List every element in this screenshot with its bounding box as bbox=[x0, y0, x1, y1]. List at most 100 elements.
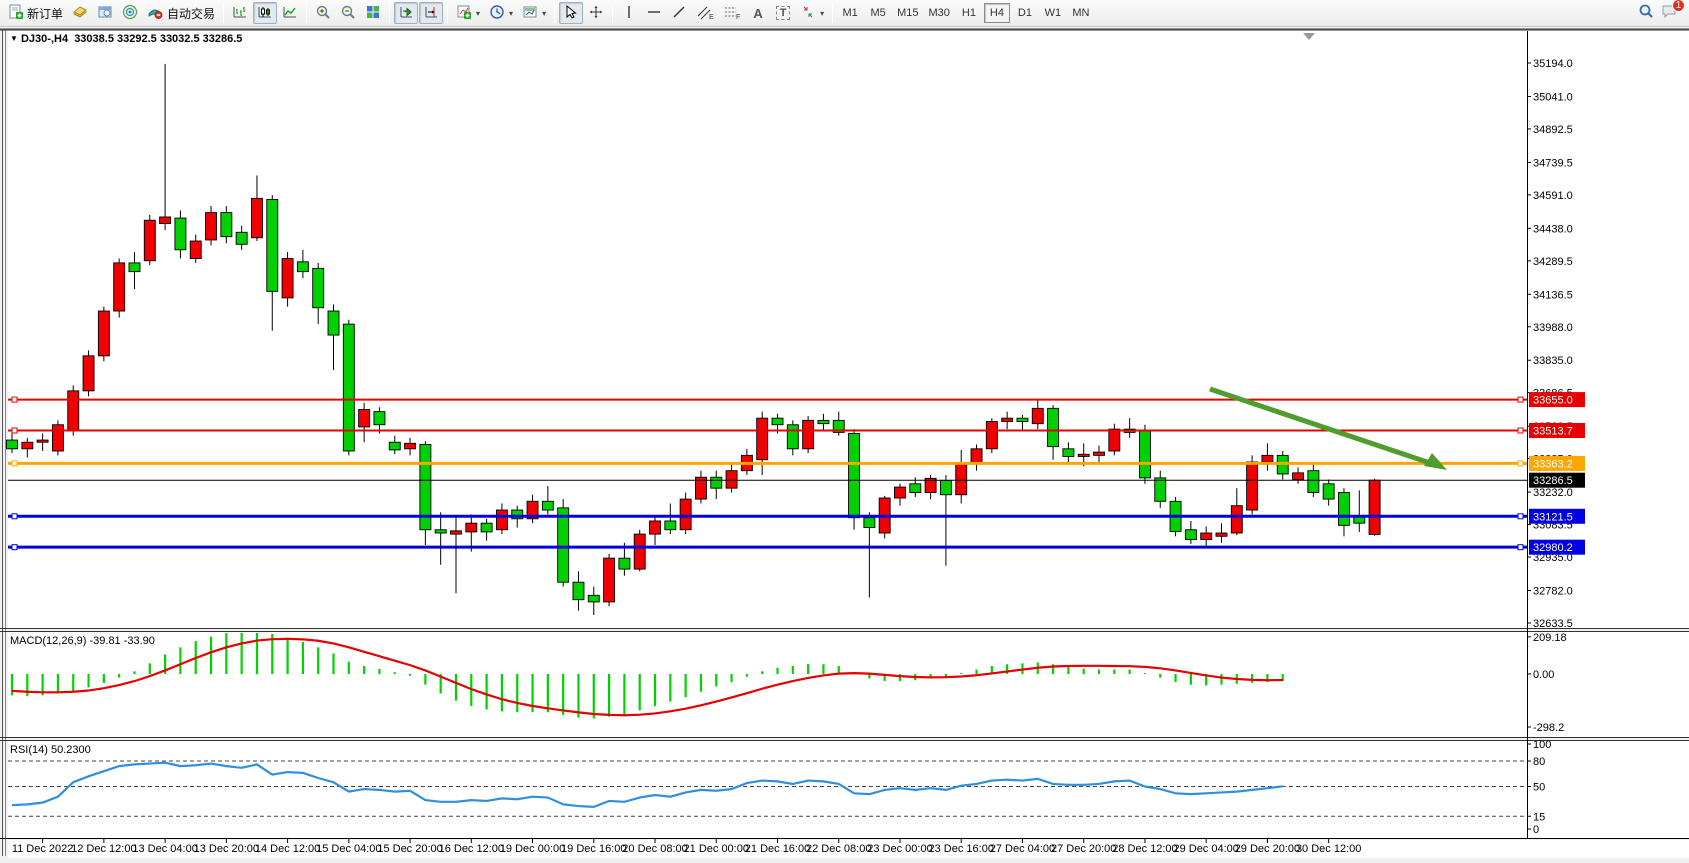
candle-body bbox=[1048, 408, 1059, 446]
candle-body bbox=[206, 213, 217, 240]
hline-handle[interactable] bbox=[1518, 397, 1523, 402]
horizontal-line-button[interactable] bbox=[642, 2, 666, 24]
candle-body bbox=[343, 324, 354, 451]
time-tick-label: 27 Dec 20:00 bbox=[1051, 843, 1116, 855]
rsi-tick-label: 50 bbox=[1533, 782, 1545, 794]
symbol-dropdown-icon[interactable]: ▼ bbox=[10, 34, 18, 43]
text-label-icon: T bbox=[776, 6, 791, 20]
price-chart-canvas[interactable]: 35194.035041.034892.534739.534591.034438… bbox=[0, 27, 1689, 863]
timeframe-m30-button[interactable]: M30 bbox=[925, 3, 954, 23]
zoom-in-button[interactable] bbox=[311, 2, 335, 24]
templates-button[interactable]: ▾ bbox=[518, 2, 550, 24]
autotrade-button[interactable]: 自动交易 bbox=[143, 2, 219, 24]
chevron-down-icon: ▾ bbox=[542, 9, 546, 18]
candle-body bbox=[22, 442, 33, 449]
toolbar-separator bbox=[306, 3, 307, 23]
hline-handle[interactable] bbox=[12, 545, 17, 550]
timeframe-w1-button[interactable]: W1 bbox=[1040, 3, 1066, 23]
navigator-button[interactable] bbox=[93, 2, 117, 24]
candle-body bbox=[1323, 484, 1334, 499]
price-tick-label: 32782.0 bbox=[1533, 586, 1573, 598]
new-order-button[interactable]: 新订单 bbox=[4, 2, 67, 24]
hline-handle[interactable] bbox=[1518, 461, 1523, 466]
timeframe-d1-button[interactable]: D1 bbox=[1012, 3, 1038, 23]
chart-window[interactable]: 35194.035041.034892.534739.534591.034438… bbox=[0, 27, 1689, 863]
candle-body bbox=[573, 582, 584, 599]
candle-body bbox=[542, 501, 553, 510]
candle-body bbox=[328, 311, 339, 335]
hline-handle[interactable] bbox=[12, 428, 17, 433]
candle-body bbox=[1247, 462, 1258, 510]
trendline-button[interactable] bbox=[667, 2, 691, 24]
hline-handle[interactable] bbox=[1518, 514, 1523, 519]
candle-body bbox=[297, 262, 308, 272]
hline-handle[interactable] bbox=[12, 461, 17, 466]
time-tick-label: 29 Dec 04:00 bbox=[1173, 843, 1238, 855]
notifications-button[interactable]: 1 bbox=[1661, 3, 1679, 24]
candle-body bbox=[52, 425, 63, 451]
rsi-tick-label: 0 bbox=[1533, 824, 1539, 836]
broadcast-button[interactable] bbox=[118, 2, 142, 24]
crosshair-button[interactable] bbox=[584, 2, 608, 24]
cursor-button[interactable] bbox=[559, 2, 583, 24]
chevron-down-icon: ▾ bbox=[820, 9, 824, 18]
search-icon[interactable] bbox=[1637, 2, 1655, 25]
candle-body bbox=[359, 409, 370, 426]
candle-body bbox=[236, 232, 247, 244]
autotrade-icon bbox=[147, 4, 164, 23]
candlestick-chart-button[interactable] bbox=[253, 2, 277, 24]
hline-handle[interactable] bbox=[12, 397, 17, 402]
vertical-line-button[interactable] bbox=[617, 2, 641, 24]
trendline-icon bbox=[671, 4, 687, 23]
candle-body bbox=[267, 199, 278, 291]
time-tick-label: 30 Dec 12:00 bbox=[1296, 843, 1361, 855]
auto-scroll-button[interactable] bbox=[394, 2, 418, 24]
price-tag-label: 33286.5 bbox=[1533, 475, 1573, 487]
candle-body bbox=[282, 259, 293, 298]
add-indicator-button[interactable]: ▾ bbox=[452, 2, 484, 24]
timeframe-m1-button[interactable]: M1 bbox=[837, 3, 863, 23]
periods-button[interactable]: ▾ bbox=[485, 2, 517, 24]
chart-ohlc-values: 33038.5 33292.5 33032.5 33286.5 bbox=[74, 33, 242, 45]
timeframe-mn-button[interactable]: MN bbox=[1068, 3, 1094, 23]
macd-name: MACD(12,26,9) bbox=[10, 635, 86, 647]
time-tick-label: 22 Dec 08:00 bbox=[806, 843, 871, 855]
candle-body bbox=[558, 508, 569, 582]
macd-values: -39.81 -33.90 bbox=[89, 635, 154, 647]
market-watch-button[interactable] bbox=[68, 2, 92, 24]
candle-body bbox=[313, 268, 324, 307]
hline-handle[interactable] bbox=[12, 514, 17, 519]
auto-scroll-icon bbox=[398, 4, 414, 23]
candle-body bbox=[1293, 473, 1304, 480]
fibonacci-button[interactable]: F bbox=[719, 2, 745, 24]
candle-body bbox=[1155, 478, 1166, 501]
chart-shift-button[interactable] bbox=[419, 2, 443, 24]
candle-body bbox=[1017, 418, 1028, 421]
candle-body bbox=[144, 220, 155, 260]
line-chart-icon bbox=[282, 4, 298, 23]
candle-body bbox=[221, 213, 232, 237]
tile-windows-button[interactable] bbox=[361, 2, 385, 24]
candle-body bbox=[1216, 533, 1227, 536]
timeframe-h4-button[interactable]: H4 bbox=[984, 3, 1010, 23]
line-chart-button[interactable] bbox=[278, 2, 302, 24]
arrows-button[interactable]: ▾ bbox=[796, 2, 828, 24]
candle-body bbox=[466, 523, 477, 532]
equidistant-channel-button[interactable]: E bbox=[692, 2, 718, 24]
rsi-indicator-label: RSI(14) 50.2300 bbox=[10, 744, 91, 756]
bar-chart-button[interactable] bbox=[228, 2, 252, 24]
text-button[interactable]: A bbox=[746, 2, 770, 24]
hline-handle[interactable] bbox=[1518, 428, 1523, 433]
price-tick-label: 34136.5 bbox=[1533, 289, 1573, 301]
toolbar-separator bbox=[832, 3, 833, 23]
zoom-out-button[interactable] bbox=[336, 2, 360, 24]
price-tick-label: 33988.0 bbox=[1533, 322, 1573, 334]
timeframe-h1-button[interactable]: H1 bbox=[956, 3, 982, 23]
bar-chart-icon bbox=[232, 4, 248, 23]
text-label-button[interactable]: T bbox=[771, 2, 795, 24]
timeframe-m5-button[interactable]: M5 bbox=[865, 3, 891, 23]
timeframe-m15-button[interactable]: M15 bbox=[893, 3, 922, 23]
toolbar-separator bbox=[389, 3, 390, 23]
notification-badge: 1 bbox=[1672, 0, 1685, 12]
hline-handle[interactable] bbox=[1518, 545, 1523, 550]
